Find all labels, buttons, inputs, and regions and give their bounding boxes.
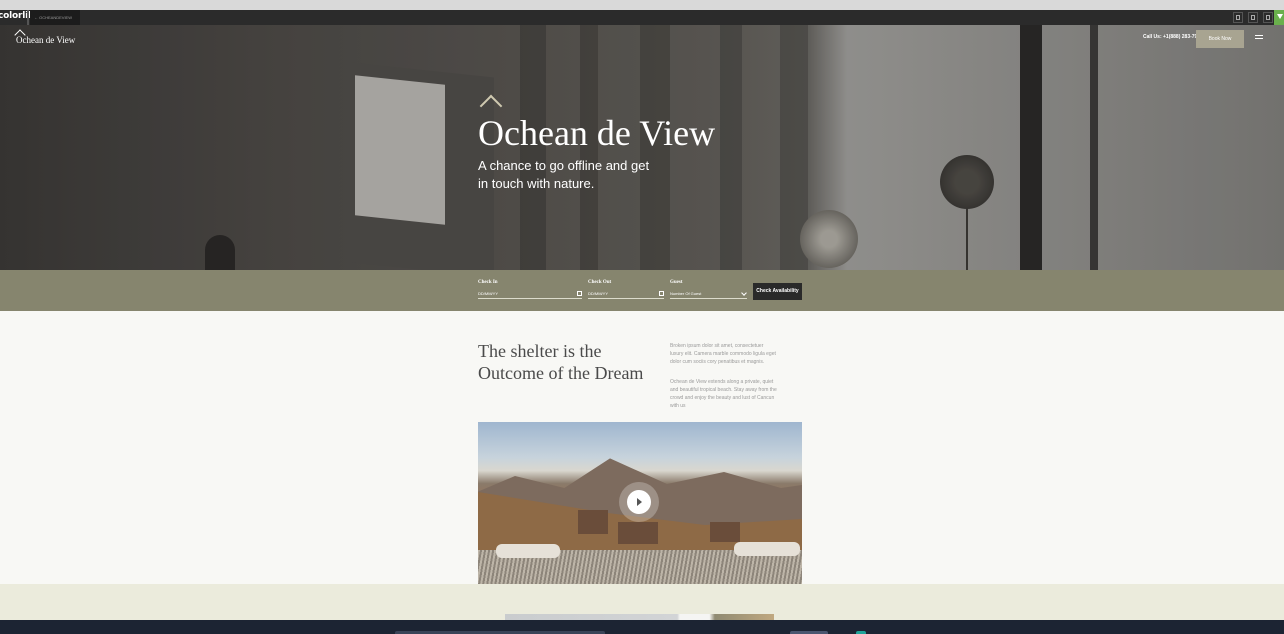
guest-label: Guest xyxy=(670,280,683,285)
mobile-icon[interactable] xyxy=(1263,12,1273,23)
guest-select[interactable]: Number Of Guest xyxy=(670,289,747,299)
call-us-text[interactable]: Call Us: +1(888) 283-794 xyxy=(1143,34,1200,40)
calendar-icon[interactable] xyxy=(577,291,582,296)
tablet-icon[interactable] xyxy=(1248,12,1258,23)
download-icon[interactable] xyxy=(1274,10,1284,25)
guest-value: Number Of Guest xyxy=(670,291,702,296)
site-logo[interactable]: Ochean de View xyxy=(16,35,75,45)
about-paragraph: Ochean de View extends along a private, … xyxy=(670,379,777,409)
book-now-button[interactable]: Book Now xyxy=(1196,30,1244,48)
browser-top-strip xyxy=(0,0,1284,10)
desktop-icon[interactable] xyxy=(1233,12,1243,23)
calendar-icon[interactable] xyxy=(659,291,664,296)
about-paragraph: Broken ipsum dolor sit amet, consectetue… xyxy=(670,343,776,365)
demo-tab[interactable]: ← OCHEANDEVIEW xyxy=(30,10,80,25)
check-in-value: DD/MM/YY xyxy=(478,291,498,296)
play-button-icon[interactable] xyxy=(627,490,651,514)
folded-towel xyxy=(496,544,560,558)
about-title: The shelter is the Outcome of the Dream xyxy=(478,341,644,383)
folded-towel xyxy=(734,542,800,556)
hero-title: Ochean de View xyxy=(478,113,716,153)
check-in-field[interactable]: DD/MM/YY xyxy=(478,289,582,299)
hero-subtitle: A chance to go offline and get in touch … xyxy=(478,158,650,191)
demo-bar: colorlib. ← OCHEANDEVIEW xyxy=(0,10,1284,25)
resort-video-thumbnail[interactable] xyxy=(478,422,802,584)
building xyxy=(618,522,658,544)
building xyxy=(578,510,608,534)
check-out-value: DD/MM/YY xyxy=(588,291,608,296)
check-out-label: Check Out xyxy=(588,280,612,285)
taskbar xyxy=(0,620,1284,634)
check-availability-button[interactable]: Check Availability xyxy=(753,283,802,300)
check-out-field[interactable]: DD/MM/YY xyxy=(588,289,664,299)
chevron-down-icon xyxy=(741,290,747,296)
check-in-label: Check In xyxy=(478,280,498,285)
building xyxy=(710,522,740,542)
brand-divider xyxy=(27,10,29,25)
hamburger-icon[interactable] xyxy=(1255,35,1263,41)
